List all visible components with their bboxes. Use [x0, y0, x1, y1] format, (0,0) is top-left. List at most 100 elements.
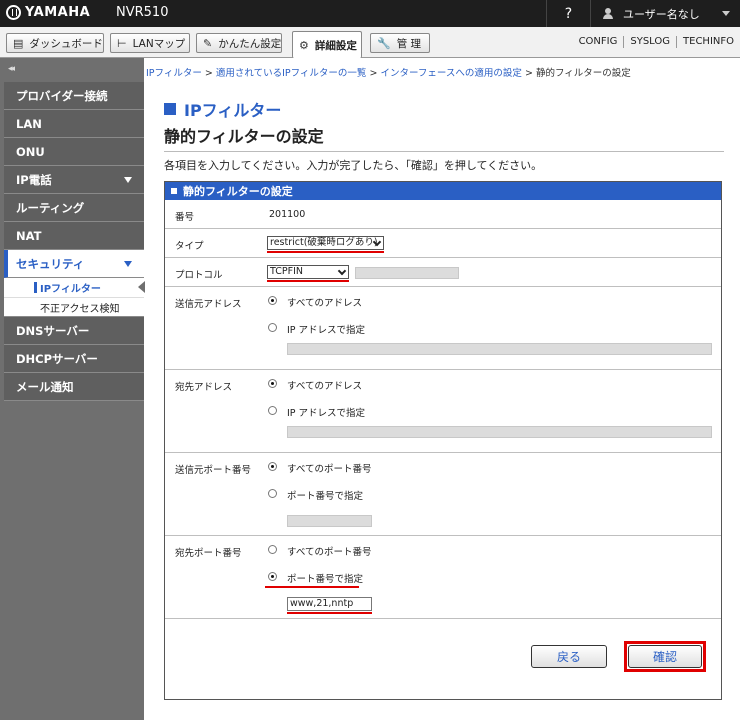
sidebar: ◂◂ プロバイダー接続 LAN ONU IP電話 ルーティング NAT セキュリ… [0, 58, 145, 720]
tab-label: 管 理 [396, 37, 422, 50]
type-select[interactable]: restrict(破棄時ログあり) [267, 236, 384, 250]
destination-address-specify-label: IP アドレスで指定 [287, 408, 366, 419]
sidebar-item-ip-phone[interactable]: IP電話 [4, 166, 144, 194]
destination-port-input-value: www,21,nntp [290, 598, 354, 609]
breadcrumb: IPフィルター > 適用されているIPフィルターの一覧 > インターフェースへの… [146, 65, 631, 79]
tab-dashboard[interactable]: ▤ ダッシュボード [6, 33, 104, 53]
tab-label: LANマップ [132, 37, 186, 50]
source-port-label: 送信元ポート番号 [175, 465, 252, 476]
sidebar-subitem-ip-filter[interactable]: IPフィルター [4, 278, 145, 297]
techinfo-link[interactable]: TECHINFO [676, 36, 740, 48]
highlight-underline [265, 586, 359, 588]
row-protocol: プロトコル TCPFIN [165, 258, 721, 287]
static-filter-form: 静的フィルターの設定 番号 201100 タイプ restrict(破棄時ログあ… [164, 181, 722, 700]
form-header: 静的フィルターの設定 [165, 182, 721, 200]
source-address-specify-label: IP アドレスで指定 [287, 325, 366, 336]
sidebar-item-mail-notification[interactable]: メール通知 [4, 373, 144, 401]
source-port-specify-label: ポート番号で指定 [287, 491, 364, 502]
protocol-select-value: TCPFIN [270, 266, 303, 277]
wrench-icon: 🔧 [377, 36, 391, 50]
tab-label: ダッシュボード [29, 37, 103, 50]
protocol-label: プロトコル [175, 270, 223, 281]
source-port-all-radio[interactable] [268, 462, 277, 471]
type-select-value: restrict(破棄時ログあり) [270, 237, 378, 248]
row-type: タイプ restrict(破棄時ログあり) [165, 229, 721, 258]
destination-address-all-label: すべてのアドレス [287, 381, 362, 392]
source-address-specify-radio[interactable] [268, 323, 277, 332]
title-divider [164, 151, 724, 152]
model-name: NVR510 [116, 5, 169, 20]
tab-advanced-settings[interactable]: ⚙ 詳細設定 [292, 31, 362, 58]
yamaha-mark-icon [6, 5, 21, 20]
destination-address-all-radio[interactable] [268, 379, 277, 388]
tab-management[interactable]: 🔧 管 理 [370, 33, 430, 53]
section-marker-icon [161, 103, 176, 117]
brand-name: YAMAHA [25, 5, 91, 20]
breadcrumb-current: 静的フィルターの設定 [535, 68, 631, 79]
tab-lan-map[interactable]: ⊢ LANマップ [110, 33, 190, 53]
breadcrumb-link-filter-list[interactable]: 適用されているIPフィルターの一覧 [216, 68, 367, 79]
instructions-text: 各項目を入力してください。入力が完了したら、「確認」を押してください。 [164, 159, 543, 172]
user-icon [603, 8, 613, 19]
breadcrumb-separator: > [524, 68, 533, 79]
source-address-label: 送信元アドレス [175, 299, 242, 310]
sidebar-nav: プロバイダー接続 LAN ONU IP電話 ルーティング NAT セキュリティ … [4, 82, 145, 401]
dashboard-icon: ▤ [13, 36, 24, 50]
source-address-input [287, 343, 712, 355]
back-button[interactable]: 戻る [531, 645, 607, 668]
source-port-all-label: すべてのポート番号 [287, 464, 372, 475]
confirm-button[interactable]: 確認 [628, 645, 702, 668]
sidebar-item-nat[interactable]: NAT [4, 222, 144, 250]
breadcrumb-link-interface-apply[interactable]: インターフェースへの適用の設定 [380, 68, 521, 79]
square-bullet-icon [171, 188, 177, 194]
collapse-icon [124, 261, 132, 267]
sidebar-item-provider[interactable]: プロバイダー接続 [4, 82, 144, 110]
row-destination-address: 宛先アドレス すべてのアドレス IP アドレスで指定 [165, 370, 721, 453]
tab-easy-setup[interactable]: ✎ かんたん設定 [196, 33, 282, 53]
destination-port-specify-label: ポート番号で指定 [287, 574, 364, 585]
source-port-input [287, 515, 372, 527]
sidebar-subitem-label: IPフィルター [40, 284, 101, 295]
syslog-link[interactable]: SYSLOG [623, 36, 676, 48]
sidebar-subitem-intrusion-detection[interactable]: 不正アクセス検知 [4, 297, 144, 316]
destination-port-specify-radio[interactable] [268, 572, 277, 581]
form-header-text: 静的フィルターの設定 [183, 185, 293, 198]
page-title: 静的フィルターの設定 [164, 127, 324, 146]
destination-address-specify-radio[interactable] [268, 406, 277, 415]
sidebar-item-lan[interactable]: LAN [4, 110, 144, 138]
breadcrumb-separator: > [369, 68, 378, 79]
lan-map-icon: ⊢ [117, 36, 127, 50]
gear-icon: ⚙ [299, 38, 309, 52]
user-menu[interactable]: ユーザー名なし [590, 0, 740, 27]
help-button[interactable]: ? [546, 0, 590, 27]
sidebar-subitem-label: 不正アクセス検知 [40, 303, 120, 315]
sidebar-item-label: IP電話 [16, 172, 52, 187]
sidebar-item-dns-server[interactable]: DNSサーバー [4, 317, 144, 345]
source-address-all-radio[interactable] [268, 296, 277, 305]
help-icon: ? [564, 5, 573, 22]
sidebar-item-onu[interactable]: ONU [4, 138, 144, 166]
section-kicker-text: IPフィルター [184, 101, 282, 120]
sidebar-item-routing[interactable]: ルーティング [4, 194, 144, 222]
destination-address-label: 宛先アドレス [175, 382, 233, 393]
destination-port-all-label: すべてのポート番号 [287, 547, 372, 558]
section-kicker: IPフィルター [161, 97, 282, 121]
sidebar-item-label: セキュリティ [16, 256, 85, 271]
sidebar-item-label: ルーティング [16, 200, 85, 215]
expand-icon [124, 177, 132, 183]
sidebar-item-label: DHCPサーバー [16, 351, 98, 366]
breadcrumb-link-ip-filter[interactable]: IPフィルター [146, 68, 202, 79]
protocol-select[interactable]: TCPFIN [267, 265, 349, 279]
main-tab-bar: ▤ ダッシュボード ⊢ LANマップ ✎ かんたん設定 ⚙ 詳細設定 🔧 管 理… [0, 27, 740, 58]
top-bar: YAMAHA NVR510 ? ユーザー名なし [0, 0, 740, 27]
sidebar-item-security[interactable]: セキュリティ [4, 250, 144, 278]
destination-port-all-radio[interactable] [268, 545, 277, 554]
sidebar-item-dhcp-server[interactable]: DHCPサーバー [4, 345, 144, 373]
destination-port-input[interactable]: www,21,nntp [287, 597, 372, 611]
utility-links: CONFIG SYSLOG TECHINFO [573, 36, 740, 48]
collapse-sidebar-icon[interactable]: ◂◂ [8, 64, 15, 74]
sidebar-item-label: LAN [16, 116, 42, 131]
config-link[interactable]: CONFIG [573, 36, 624, 48]
row-destination-port: 宛先ポート番号 すべてのポート番号 ポート番号で指定 www,21,nntp [165, 536, 721, 619]
source-port-specify-radio[interactable] [268, 489, 277, 498]
